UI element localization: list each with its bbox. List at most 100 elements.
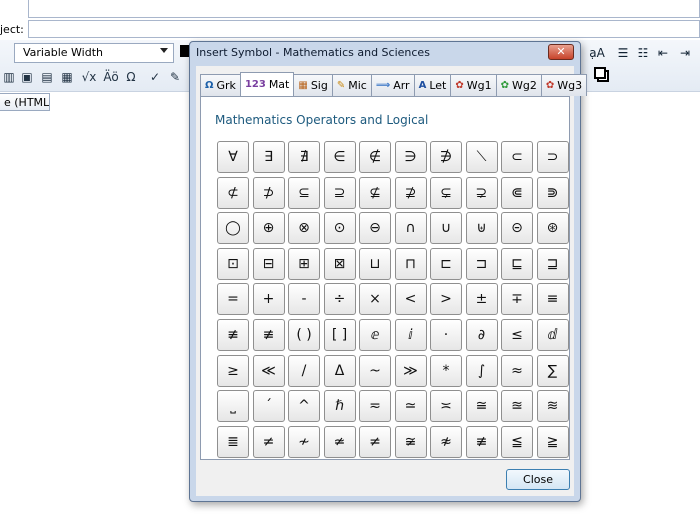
- symbol-button[interactable]: ⊛: [536, 212, 569, 245]
- symbol-button[interactable]: ⊏: [430, 247, 462, 280]
- symbol-button[interactable]: ´: [252, 390, 285, 423]
- symbol-button[interactable]: ≦: [501, 425, 533, 458]
- symbol-button[interactable]: ∌: [430, 141, 462, 173]
- symbol-button[interactable]: =: [217, 283, 249, 316]
- toolbar-tool-icon[interactable]: ▣: [18, 68, 36, 86]
- symbol-button[interactable]: ~: [359, 354, 391, 387]
- dialog-titlebar[interactable]: Insert Symbol - Mathematics and Sciences: [190, 42, 580, 64]
- font-select[interactable]: Variable Width: [14, 43, 174, 63]
- symbol-button[interactable]: ⊋: [465, 176, 498, 209]
- properties-icon[interactable]: [592, 66, 614, 86]
- symbol-button[interactable]: ⊝: [501, 212, 533, 245]
- toolbar-tool-icon[interactable]: Ω: [122, 68, 140, 86]
- symbol-button[interactable]: ⊇: [323, 176, 356, 209]
- toolbar-tool-icon[interactable]: ▦: [58, 68, 76, 86]
- symbol-button[interactable]: ≪: [252, 354, 285, 387]
- symbol-button[interactable]: ≫: [394, 354, 427, 387]
- symbol-button[interactable]: ⋐: [501, 176, 533, 209]
- symbol-button[interactable]: ≥: [217, 354, 249, 387]
- symbol-button[interactable]: ≄: [323, 425, 356, 458]
- symbol-button[interactable]: ⅆ: [536, 318, 569, 351]
- subject-input[interactable]: [28, 20, 700, 38]
- symbol-button[interactable]: ≆: [394, 425, 427, 458]
- symbol-button[interactable]: ≢: [465, 425, 498, 458]
- toolbar-tool-icon[interactable]: ▥: [0, 68, 18, 86]
- tab-sig[interactable]: ▦ Sig: [293, 74, 333, 96]
- symbol-button[interactable]: ≉: [430, 425, 462, 458]
- tab-arr[interactable]: ⟹ Arr: [370, 74, 415, 96]
- symbol-button[interactable]: ∩: [394, 212, 427, 245]
- symbol-button[interactable]: ⊎: [465, 212, 498, 245]
- toolbar-tool-icon[interactable]: ✎: [166, 68, 184, 86]
- symbol-button[interactable]: ⎵: [217, 390, 249, 423]
- text-color-icon[interactable]: [180, 45, 189, 57]
- toolbar-tool-icon[interactable]: √x: [80, 68, 98, 86]
- symbol-button[interactable]: ≍: [430, 390, 462, 423]
- symbol-button[interactable]: ⟍: [465, 141, 498, 173]
- symbol-button[interactable]: ⊄: [217, 176, 249, 209]
- symbol-button[interactable]: ≢: [217, 318, 249, 351]
- symbol-button[interactable]: ∀: [217, 141, 249, 173]
- symbol-button[interactable]: ∓: [501, 283, 533, 316]
- symbol-button[interactable]: ⊐: [465, 247, 498, 280]
- window-close-button[interactable]: ✕: [548, 44, 574, 60]
- symbol-button[interactable]: ∫: [465, 354, 498, 387]
- symbol-button[interactable]: ∂: [465, 318, 498, 351]
- tab-wg3[interactable]: ✿ Wg3: [540, 74, 588, 96]
- symbol-button[interactable]: ∃: [252, 141, 285, 173]
- symbol-button[interactable]: ⊕: [252, 212, 285, 245]
- format-tool-icon[interactable]: ⇥: [676, 44, 694, 62]
- symbol-button[interactable]: ≊: [501, 390, 533, 423]
- symbol-button[interactable]: ⊊: [430, 176, 462, 209]
- symbol-button[interactable]: ⅈ: [394, 318, 427, 351]
- format-tool-icon[interactable]: ạA: [588, 44, 606, 62]
- symbol-button[interactable]: ∪: [430, 212, 462, 245]
- symbol-button[interactable]: ≁: [288, 425, 320, 458]
- toolbar-tool-icon[interactable]: ▤: [38, 68, 56, 86]
- symbol-button[interactable]: ≣: [217, 425, 249, 458]
- tab-wg1[interactable]: ✿ Wg1: [450, 74, 497, 96]
- symbol-button[interactable]: ⊓: [394, 247, 427, 280]
- symbol-button[interactable]: ≈: [501, 354, 533, 387]
- symbol-button[interactable]: <: [394, 283, 427, 316]
- symbol-button[interactable]: ⊡: [217, 247, 249, 280]
- symbol-button[interactable]: [ ]: [323, 318, 356, 351]
- tab-html[interactable]: e (HTML): [0, 93, 50, 111]
- symbol-button[interactable]: ( ): [288, 318, 320, 351]
- tab-grk[interactable]: Ω Grk: [200, 74, 241, 96]
- symbol-button[interactable]: ≡: [536, 283, 569, 316]
- symbol-button[interactable]: ⊅: [252, 176, 285, 209]
- tab-mic[interactable]: ✎ Mic: [331, 74, 372, 96]
- symbol-button[interactable]: ⊃: [536, 141, 569, 173]
- format-tool-icon[interactable]: ☰: [614, 44, 632, 62]
- tab-mat[interactable]: 123 Mat: [239, 72, 295, 96]
- symbol-button[interactable]: Δ: [323, 354, 356, 387]
- symbol-button[interactable]: ≃: [394, 390, 427, 423]
- tab-wg2[interactable]: ✿ Wg2: [495, 74, 542, 96]
- symbol-button[interactable]: ⊆: [288, 176, 320, 209]
- format-tool-icon[interactable]: ⇤: [654, 44, 672, 62]
- symbol-button[interactable]: ∄: [288, 141, 320, 173]
- symbol-button[interactable]: ⊠: [323, 247, 356, 280]
- format-tool-icon[interactable]: ☷: [634, 44, 652, 62]
- symbol-button[interactable]: ×: [359, 283, 391, 316]
- symbol-button[interactable]: ≢: [252, 318, 285, 351]
- symbol-button[interactable]: ∋: [394, 141, 427, 173]
- symbol-button[interactable]: ≅: [465, 390, 498, 423]
- symbol-button[interactable]: ≠: [359, 425, 391, 458]
- tab-let[interactable]: A Let: [413, 74, 452, 96]
- symbol-button[interactable]: ⅇ: [359, 318, 391, 351]
- toolbar-tool-icon[interactable]: ✓: [146, 68, 164, 86]
- symbol-button[interactable]: ℏ: [323, 390, 356, 423]
- symbol-button[interactable]: ∉: [359, 141, 391, 173]
- close-button[interactable]: Close: [506, 469, 570, 490]
- symbol-button[interactable]: ≤: [501, 318, 533, 351]
- symbol-button[interactable]: ◯: [217, 212, 249, 245]
- symbol-button[interactable]: -: [288, 283, 320, 316]
- symbol-button[interactable]: ⊞: [288, 247, 320, 280]
- symbol-button[interactable]: ⋑: [536, 176, 569, 209]
- symbol-button[interactable]: ÷: [323, 283, 356, 316]
- symbol-button[interactable]: ⊂: [501, 141, 533, 173]
- symbol-button[interactable]: ·: [430, 318, 462, 351]
- symbol-button[interactable]: *: [430, 354, 462, 387]
